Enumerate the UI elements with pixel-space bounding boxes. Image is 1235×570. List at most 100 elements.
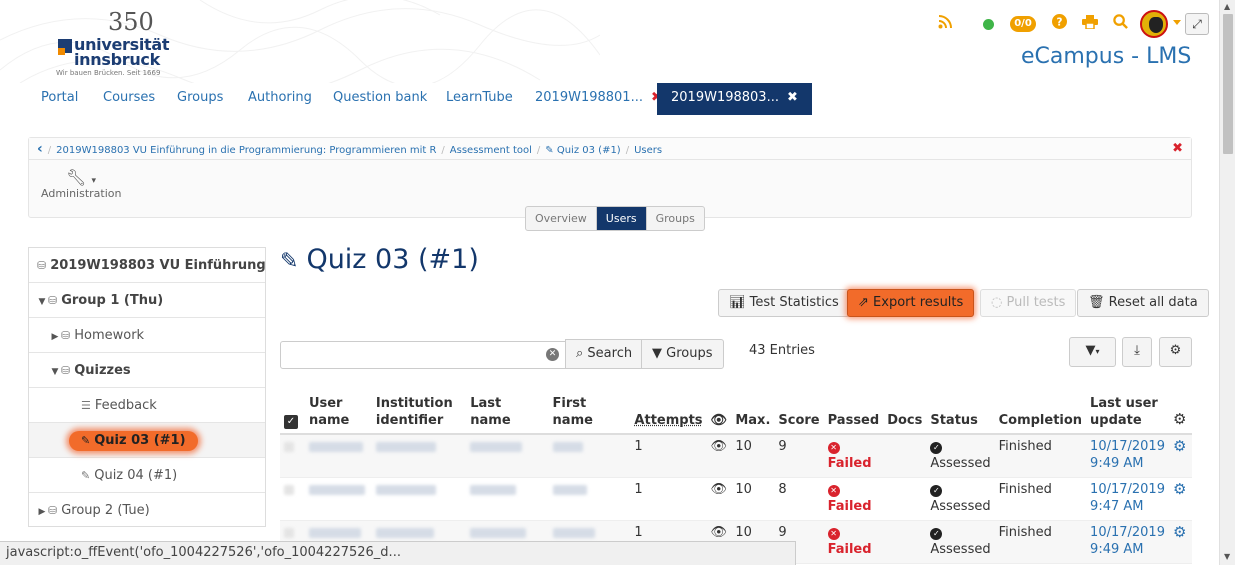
help-icon[interactable]: ? [1049, 14, 1069, 34]
column-last-name[interactable]: Last name [466, 390, 548, 434]
nav-item-authoring[interactable]: Authoring [248, 83, 312, 115]
tab-label: 2019W198801... [535, 90, 643, 105]
search-input[interactable]: ✕ [280, 341, 566, 369]
export-results-button[interactable]: ⇗ Export results [847, 289, 974, 317]
nav-item-portal[interactable]: Portal [41, 83, 78, 115]
column-score[interactable]: Score [774, 390, 823, 434]
table-header-row: ✓ User name Institution identifier Last … [280, 390, 1192, 434]
filter-dropdown-button[interactable]: ▼▾ [1069, 337, 1116, 367]
nav-item-question-bank[interactable]: Question bank [333, 83, 427, 115]
tab-course-198801[interactable]: 2019W198801...✖ [535, 83, 662, 115]
bar-chart-icon: 📊︎ [729, 295, 746, 310]
column-docs[interactable]: Docs [883, 390, 926, 434]
university-logo[interactable]: 350 universität innsbruck Wir bauen Brück… [56, 8, 171, 78]
breadcrumb-course[interactable]: 2019W198803 VU Einführung in die Program… [56, 145, 436, 156]
nav-item-groups[interactable]: Groups [177, 83, 223, 115]
pull-tests-button[interactable]: ◌ Pull tests [980, 289, 1076, 317]
select-all-cell[interactable]: ✓ [280, 390, 305, 434]
column-attempts[interactable]: Attempts [630, 390, 706, 434]
row-checkbox[interactable] [280, 477, 305, 520]
menu-item-feedback[interactable]: ☰ Feedback [29, 388, 265, 423]
close-icon[interactable]: ✖ [1172, 138, 1183, 160]
search-icon[interactable] [1110, 14, 1130, 34]
last-update-cell[interactable]: 10/17/2019 9:49 AM [1086, 434, 1169, 477]
online-status-icon[interactable] [983, 19, 994, 30]
structure-icon: ⛁ [48, 294, 57, 307]
edit-icon: ✎ [81, 434, 90, 447]
scroll-down-arrow[interactable]: ▼ [1224, 552, 1230, 561]
clear-icon[interactable]: ✕ [546, 348, 559, 361]
gears-icon[interactable]: ⚙ [1173, 480, 1186, 498]
notification-badge[interactable]: 0/0 [1010, 16, 1036, 32]
tab-label: 2019W198803... [671, 90, 779, 105]
logo-tagline: Wir bauen Brücken. Seit 1669 [56, 69, 160, 77]
reset-all-data-button[interactable]: 🗑︎ Reset all data [1077, 289, 1209, 317]
column-status[interactable]: Status [926, 390, 994, 434]
scrollbar-thumb[interactable] [1223, 14, 1233, 154]
search-icon: ⌕ [576, 346, 583, 361]
column-passed[interactable]: Passed [824, 390, 884, 434]
nav-item-learntube[interactable]: LearnTube [446, 83, 513, 115]
breadcrumb-assessment-tool[interactable]: Assessment tool [450, 145, 532, 156]
chevron-down-icon[interactable]: ▼ [49, 355, 61, 390]
row-actions[interactable]: ⚙ [1169, 520, 1192, 563]
breadcrumb-users[interactable]: Users [634, 145, 662, 156]
chevron-right-icon[interactable]: ▶ [36, 495, 48, 530]
structure-icon: ⛁ [48, 504, 57, 517]
first-name-cell [549, 434, 631, 477]
chevron-down-icon[interactable]: ▼ [36, 285, 48, 320]
column-settings[interactable]: ⚙ [1169, 390, 1192, 434]
chevron-right-icon[interactable]: ▶ [49, 320, 61, 355]
column-user-name[interactable]: User name [305, 390, 372, 434]
column-max[interactable]: Max. [731, 390, 774, 434]
row-actions[interactable]: ⚙ [1169, 434, 1192, 477]
gears-icon[interactable]: ⚙ [1173, 523, 1186, 541]
last-name-cell [466, 434, 548, 477]
table-row[interactable]: 1 👁︎ 10 9 ✕ Failed ✓ Assessed Finished 10/… [280, 434, 1192, 477]
groups-filter-button[interactable]: ▼ Groups [641, 339, 724, 369]
menu-item-course-root[interactable]: ⛁ 2019W198803 VU Einführung [29, 248, 265, 283]
scroll-up-arrow[interactable]: ▲ [1224, 2, 1230, 11]
print-icon[interactable] [1080, 14, 1100, 34]
checkbox-icon[interactable]: ✓ [284, 415, 298, 429]
column-visibility[interactable]: 👁︎ [707, 390, 732, 434]
tab-course-198803[interactable]: 2019W198803... ✖ [657, 83, 812, 115]
eye-icon[interactable]: 👁︎ [707, 434, 732, 477]
column-institution-identifier[interactable]: Institution identifier [372, 390, 466, 434]
tab-groups[interactable]: Groups [647, 207, 704, 230]
menu-item-homework[interactable]: ▶ ⛁ Homework [29, 318, 265, 353]
last-update-cell[interactable]: 10/17/2019 9:49 AM [1086, 520, 1169, 563]
chevron-down-icon[interactable] [1173, 20, 1181, 25]
menu-item-group-2[interactable]: ▶ ⛁ Group 2 (Tue) [29, 493, 265, 528]
nav-item-courses[interactable]: Courses [103, 83, 155, 115]
menu-item-quizzes[interactable]: ▼ ⛁ Quizzes [29, 353, 265, 388]
table-row[interactable]: 1 👁︎ 10 8 ✕ Failed ✓ Assessed Finished 10/… [280, 477, 1192, 520]
column-completion[interactable]: Completion [995, 390, 1086, 434]
eye-icon[interactable]: 👁︎ [707, 477, 732, 520]
menu-item-quiz-03[interactable]: ✎ Quiz 03 (#1) [29, 423, 265, 458]
tab-overview[interactable]: Overview [526, 207, 597, 230]
breadcrumb-quiz[interactable]: Quiz 03 (#1) [557, 145, 621, 156]
administration-menu[interactable]: 🔧︎ ▾ Administration [41, 168, 121, 200]
column-first-name[interactable]: First name [549, 390, 631, 434]
page-scrollbar[interactable]: ▲ ▼ [1219, 0, 1235, 565]
tab-users[interactable]: Users [597, 207, 647, 230]
search-button[interactable]: ⌕ Search [565, 339, 643, 369]
export-icon: ⇗ [858, 295, 869, 310]
table-settings-button[interactable]: ⚙ [1159, 337, 1192, 367]
menu-item-group-1[interactable]: ▼ ⛁ Group 1 (Thu) [29, 283, 265, 318]
fullscreen-button[interactable]: ⤢ [1185, 13, 1209, 35]
column-last-user-update[interactable]: Last user update [1086, 390, 1169, 434]
row-checkbox[interactable] [280, 434, 305, 477]
last-update-cell[interactable]: 10/17/2019 9:47 AM [1086, 477, 1169, 520]
passed-cell: ✕ Failed [824, 520, 884, 563]
test-statistics-button[interactable]: 📊︎ Test Statistics [718, 289, 850, 317]
close-icon[interactable]: ✖ [787, 90, 798, 105]
menu-item-quiz-04[interactable]: ✎ Quiz 04 (#1) [29, 458, 265, 493]
download-button[interactable]: ⤓ [1122, 337, 1152, 367]
gears-icon[interactable]: ⚙ [1173, 437, 1186, 455]
rss-icon[interactable] [935, 14, 955, 34]
row-actions[interactable]: ⚙ [1169, 477, 1192, 520]
back-icon[interactable]: ‹ [37, 141, 43, 157]
user-avatar[interactable] [1140, 10, 1168, 38]
